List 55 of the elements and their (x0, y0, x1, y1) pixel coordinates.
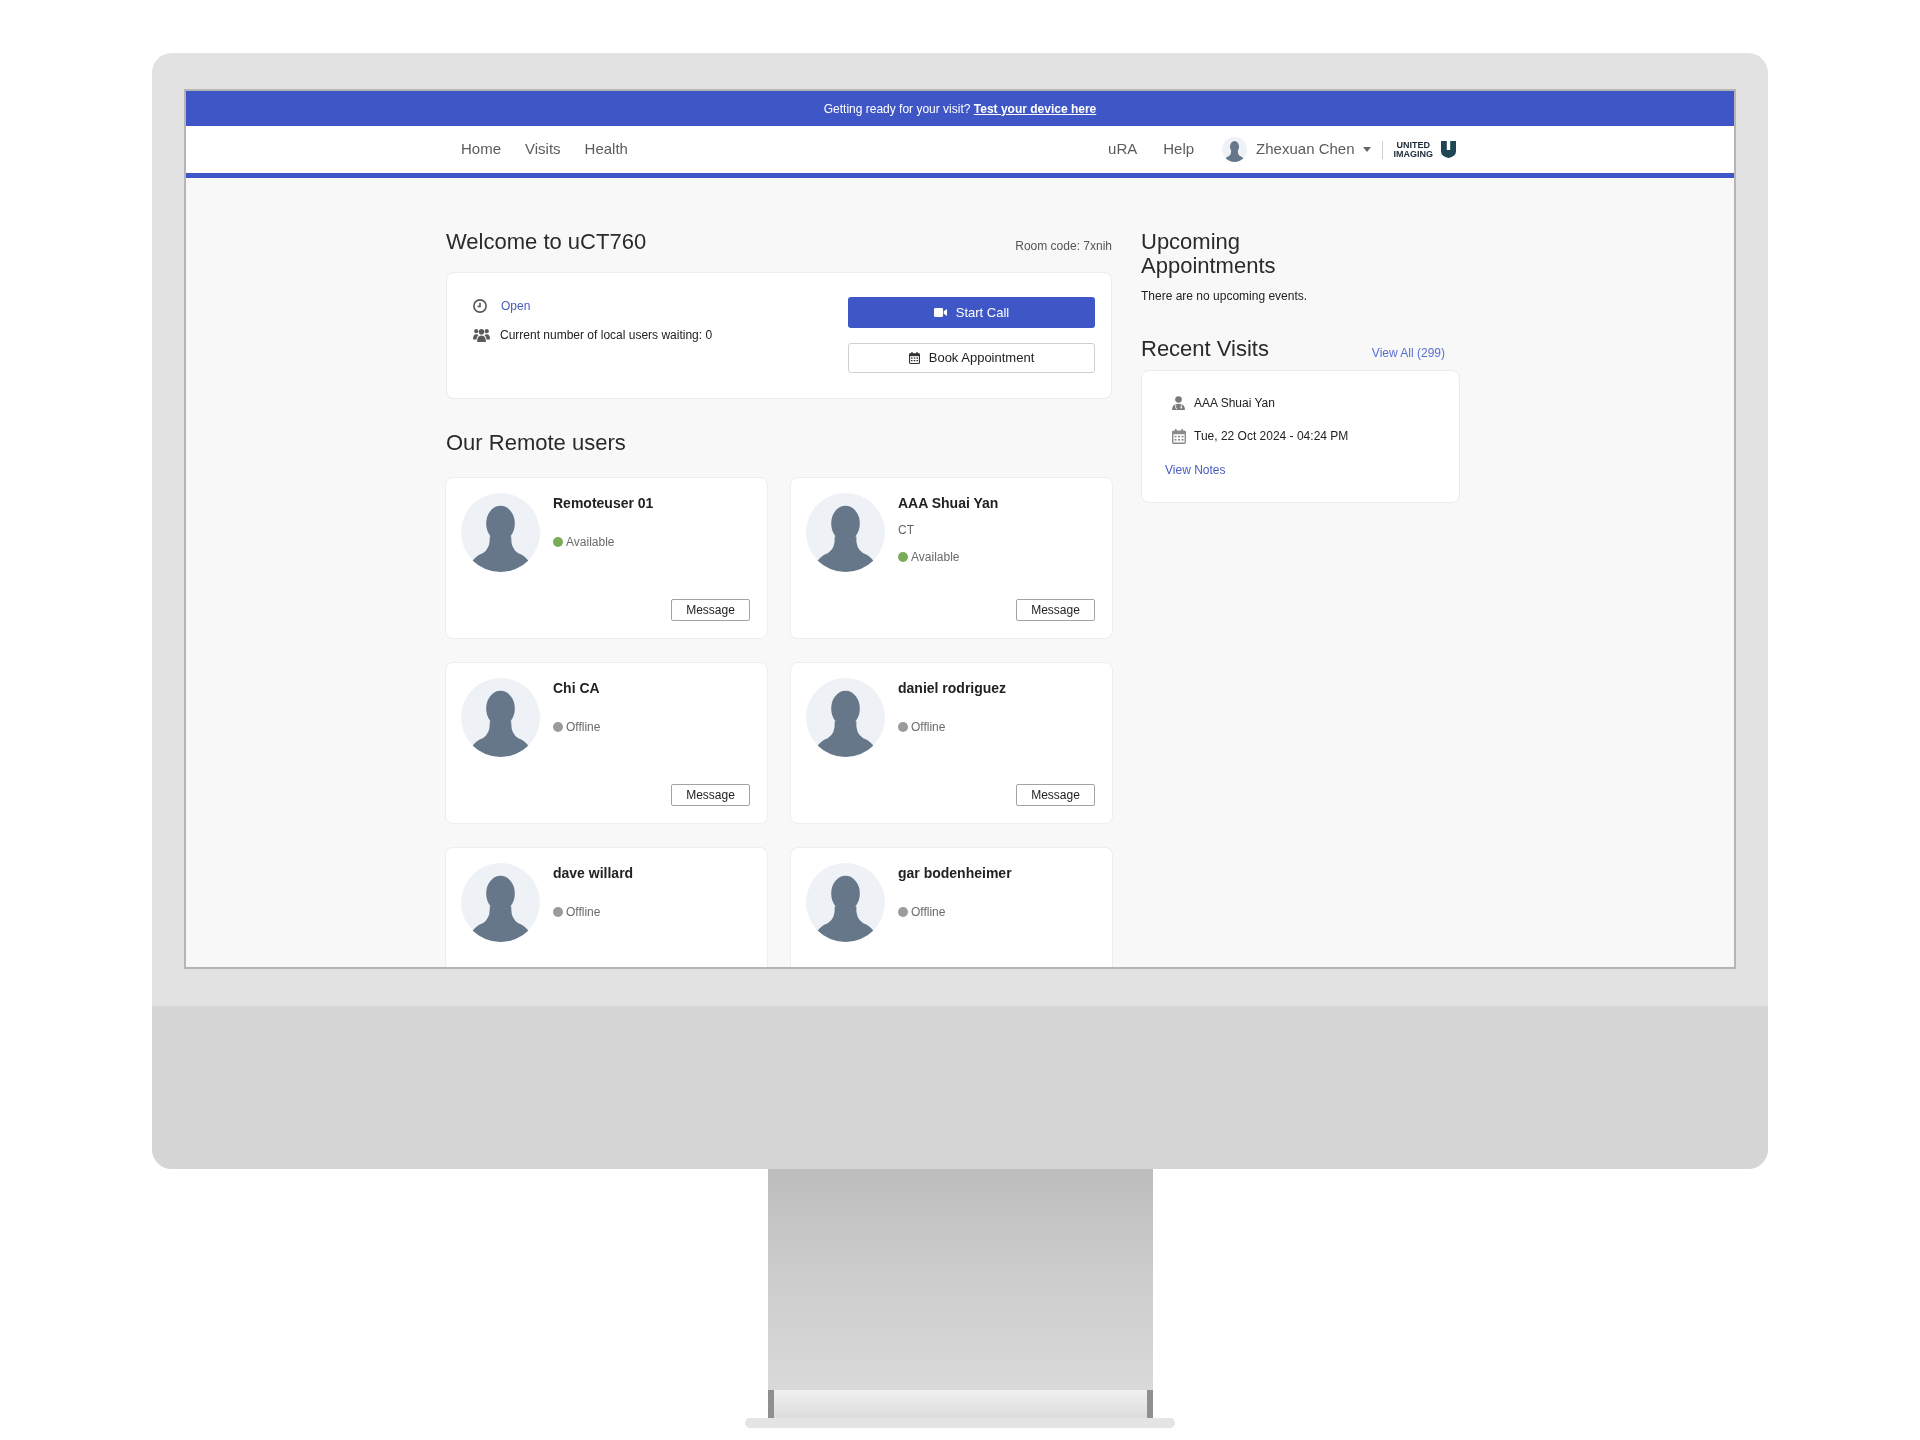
banner-message: Getting ready for your visit? Test your device here (823, 100, 1097, 118)
visit-date: Tue, 22 Oct 2024 - 04:24 PM (1194, 428, 1349, 445)
waiting-count: Current number of local users waiting: 0 (500, 327, 713, 344)
user-status: Offline (566, 719, 601, 736)
shield-icon (1441, 141, 1456, 158)
welcome-heading: Welcome to uCT760 (446, 228, 647, 256)
avatar-icon (461, 493, 540, 572)
avatar-icon (806, 863, 885, 942)
users-icon (473, 328, 490, 342)
message-button[interactable]: Message (1016, 784, 1095, 806)
upcoming-heading: Upcoming Appointments (1141, 230, 1277, 278)
remote-users-heading: Our Remote users (446, 429, 627, 457)
nav-link[interactable]: Help (1163, 138, 1195, 161)
view-notes-link[interactable]: View Notes (1165, 461, 1226, 479)
empty-message: There are no upcoming events. (1141, 288, 1309, 304)
message-button[interactable]: Message (1016, 599, 1095, 621)
user-name: AAA Shuai Yan (898, 494, 999, 513)
user-status: Available (911, 549, 960, 566)
nav-link[interactable]: Home (461, 138, 501, 161)
avatar-icon (806, 493, 885, 572)
nav-link[interactable]: Visits (525, 138, 561, 161)
caret-icon (1362, 147, 1371, 152)
room-status: Open (501, 298, 531, 315)
calendar-icon (908, 352, 920, 364)
visit-person-name: AAA Shuai Yan (1194, 395, 1275, 412)
user-name: gar bodenheimer (898, 864, 1012, 883)
user-role: CT (898, 522, 915, 539)
user-status: Available (566, 534, 615, 551)
person-icon (1172, 396, 1185, 410)
user-name: Remoteuser 01 (553, 494, 654, 513)
user-status: Offline (911, 719, 946, 736)
message-button[interactable]: Message (671, 784, 750, 806)
recent-visits-heading: Recent Visits (1141, 335, 1269, 363)
user-name: Chi CA (553, 679, 601, 698)
user-status: Offline (911, 904, 946, 921)
user-name: daniel rodriguez (898, 679, 1007, 698)
start-call-button[interactable]: Start Call (848, 297, 1095, 328)
video-camera-icon (933, 308, 947, 317)
view-all-link[interactable]: View All (299) (1371, 344, 1445, 363)
avatar-icon (1222, 137, 1248, 162)
clock-icon (473, 299, 487, 313)
room-code: Room code: 7xnih (1015, 238, 1112, 255)
book-appointment-button[interactable]: Book Appointment (848, 343, 1095, 373)
nav-link[interactable]: Health (584, 138, 628, 161)
logo-wordmark: UNITED IMAGING (1393, 140, 1433, 159)
avatar-icon (806, 678, 885, 757)
avatar-icon (461, 863, 540, 942)
user-menu-button[interactable]: Zhexuan Chen (1222, 137, 1371, 162)
avatar-icon (461, 678, 540, 757)
message-button[interactable]: Message (671, 599, 750, 621)
calendar-icon (1172, 428, 1186, 444)
user-name: dave willard (553, 864, 634, 883)
test-device-link[interactable]: Test your device here (973, 101, 1097, 116)
nav-link[interactable]: uRA (1108, 138, 1138, 161)
user-status: Offline (566, 904, 601, 921)
